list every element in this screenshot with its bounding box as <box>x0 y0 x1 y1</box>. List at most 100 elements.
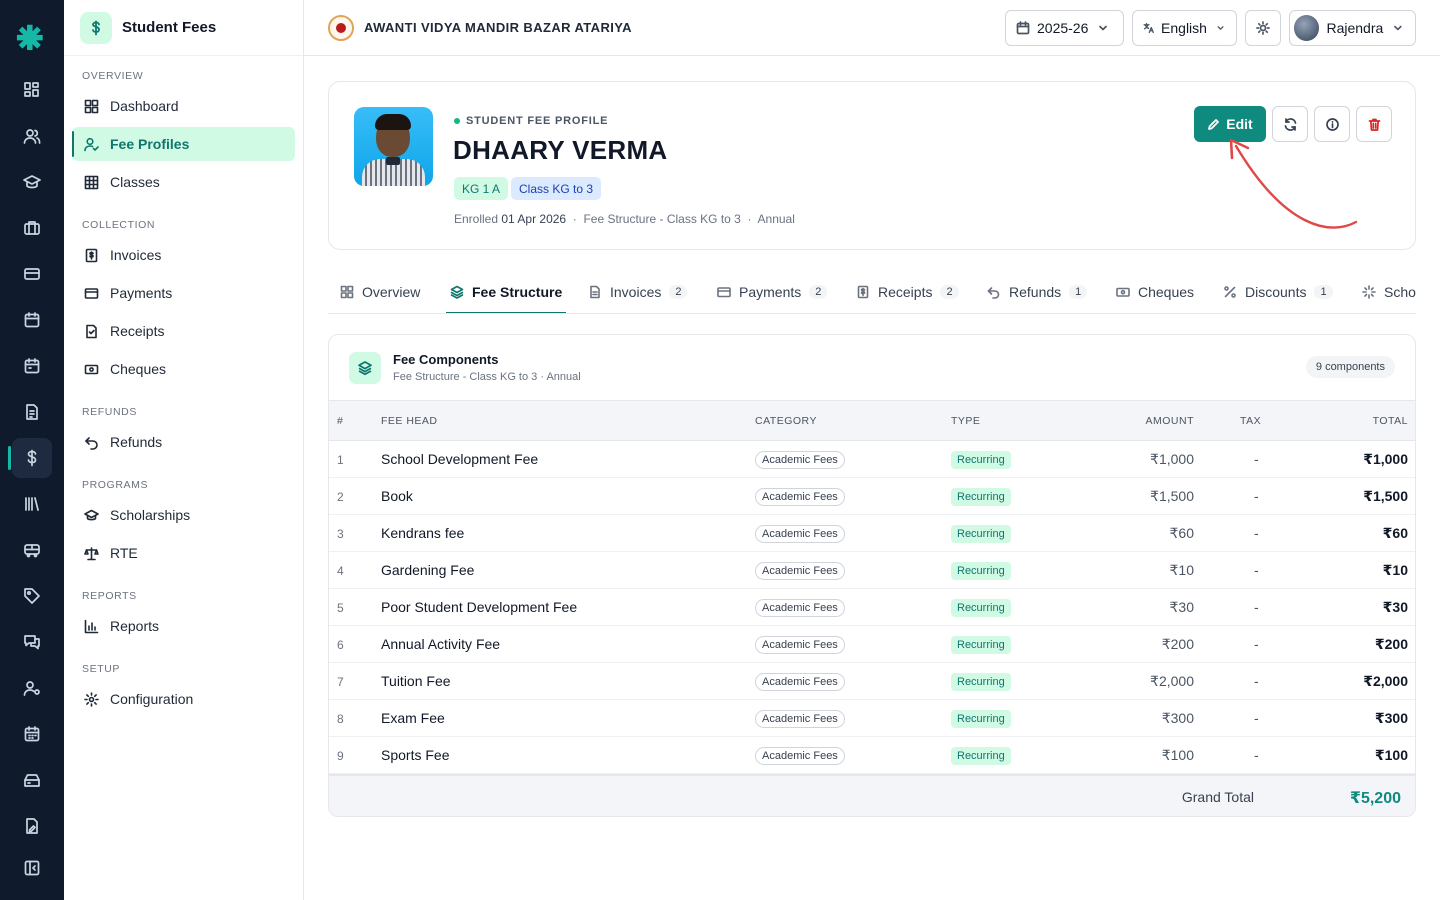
row-index: 4 <box>337 564 344 578</box>
table-row[interactable]: 4 Gardening Fee Academic Fees Recurring ₹10 -… <box>329 552 1415 589</box>
fee-tax: - <box>1254 525 1259 541</box>
chevron-down-icon <box>1217 26 1224 30</box>
table-row[interactable]: 7 Tuition Fee Academic Fees Recurring ₹2,000… <box>329 663 1415 700</box>
rail-inventory-icon[interactable] <box>12 760 52 800</box>
sidebar-item-label: Cheques <box>110 361 167 377</box>
academic-year-select[interactable]: 2025-26 <box>1005 10 1124 46</box>
sidebar-section-reports: REPORTS <box>82 590 137 602</box>
tab-refunds[interactable]: Refunds 1 <box>987 270 1088 313</box>
rail-bus-icon[interactable] <box>12 530 52 570</box>
sidebar-item-label: Fee Profiles <box>110 136 190 152</box>
sidebar-item-label: Payments <box>110 285 173 301</box>
tab-payments[interactable]: Payments 2 <box>717 270 828 313</box>
sidebar-item-invoices[interactable]: Invoices <box>72 238 295 272</box>
rail-planner-icon[interactable] <box>12 714 52 754</box>
components-count-badge: 9 components <box>1305 356 1395 378</box>
tab-cheques[interactable]: Cheques <box>1116 270 1194 313</box>
tab-discounts[interactable]: Discounts 1 <box>1223 270 1333 313</box>
rail-tag-icon[interactable] <box>12 576 52 616</box>
row-index: 5 <box>337 601 344 615</box>
tab-label: Receipts <box>878 284 933 300</box>
rail-user-settings-icon[interactable] <box>12 668 52 708</box>
table-row[interactable]: 5 Poor Student Development Fee Academic Fe… <box>329 589 1415 626</box>
chevron-down-icon <box>1099 25 1108 31</box>
tab-fee-structure[interactable]: Fee Structure <box>445 270 567 313</box>
dashboard-icon <box>84 99 99 113</box>
sidebar-item-cheques[interactable]: Cheques <box>72 352 295 386</box>
rail-file-edit-icon[interactable] <box>12 806 52 846</box>
row-index: 8 <box>337 712 344 726</box>
sidebar-item-receipts[interactable]: Receipts <box>72 314 295 348</box>
rail-schedule-icon[interactable] <box>12 346 52 386</box>
sidebar-item-reports[interactable]: Reports <box>72 609 295 643</box>
rail-graduation-icon[interactable] <box>12 162 52 202</box>
table-row[interactable]: 3 Kendrans fee Academic Fees Recurring ₹60 - ₹… <box>329 515 1415 552</box>
grand-total-value: ₹5,200 <box>1349 790 1401 807</box>
scale-icon <box>84 546 99 560</box>
fee-total: ₹60 <box>1382 525 1408 541</box>
undo-icon <box>85 436 98 450</box>
undo-icon <box>987 287 1000 299</box>
profile-eyebrow: STUDENT FEE PROFILE <box>454 115 608 127</box>
fee-tax: - <box>1254 599 1259 615</box>
table-row[interactable]: 8 Exam Fee Academic Fees Recurring ₹300 - ₹300 <box>329 700 1415 737</box>
rail-library-icon[interactable] <box>12 484 52 524</box>
tab-receipts[interactable]: Receipts 2 <box>856 270 959 313</box>
sidebar-item-fee-profiles[interactable]: Fee Profiles <box>72 127 295 161</box>
module-sidebar: Student Fees OVERVIEW Dashboard Fee Prof… <box>64 0 304 900</box>
user-menu[interactable]: Rajendra <box>1289 10 1416 46</box>
document-icon <box>590 285 600 299</box>
fee-amount: ₹2,000 <box>1150 673 1194 689</box>
sidebar-item-scholarships[interactable]: Scholarships <box>72 498 295 532</box>
tab-label: Overview <box>362 284 421 300</box>
fee-components-subtitle: Fee Structure - Class KG to 3 · Annual <box>393 371 581 383</box>
rail-dashboard-icon[interactable] <box>12 70 52 110</box>
tab-overview[interactable]: Overview <box>340 270 421 313</box>
sidebar-item-label: Reports <box>110 618 160 634</box>
fee-head-name: School Development Fee <box>381 451 539 467</box>
sidebar-item-configuration[interactable]: Configuration <box>72 682 295 716</box>
school-name: AWANTI VIDYA MANDIR BAZAR ATARIYA <box>364 20 632 35</box>
sidebar-section-refunds: REFUNDS <box>82 406 137 418</box>
layers-icon <box>349 352 381 384</box>
rail-document-icon[interactable] <box>12 392 52 432</box>
graduation-icon <box>84 509 99 520</box>
chevron-down-icon <box>1394 25 1402 31</box>
rail-collapse-icon[interactable] <box>12 848 52 888</box>
table-row[interactable]: 9 Sports Fee Academic Fees Recurring ₹100 - ₹1… <box>329 737 1415 774</box>
sidebar-item-rte[interactable]: RTE <box>72 536 295 570</box>
type-badge: Recurring <box>951 488 1011 506</box>
rail-chat-icon[interactable] <box>12 622 52 662</box>
fee-total: ₹200 <box>1374 636 1408 652</box>
sidebar-item-dashboard[interactable]: Dashboard <box>72 89 295 123</box>
rail-calendar-icon[interactable] <box>12 300 52 340</box>
col-type: TYPE <box>951 415 981 427</box>
category-badge: Academic Fees <box>755 562 845 580</box>
language-select[interactable]: English <box>1132 10 1237 46</box>
theme-toggle-button[interactable] <box>1245 10 1281 46</box>
sidebar-item-label: Receipts <box>110 323 165 339</box>
rail-users-icon[interactable] <box>12 116 52 156</box>
category-badge: Academic Fees <box>755 636 845 654</box>
tab-label: Refunds <box>1009 284 1062 300</box>
percent-icon <box>1224 286 1236 298</box>
rail-fees-icon[interactable] <box>8 438 52 478</box>
receipt-icon <box>86 324 97 338</box>
tab-invoices[interactable]: Invoices 2 <box>588 270 688 313</box>
table-row[interactable]: 1 School Development Fee Academic Fees Recu… <box>329 441 1415 478</box>
rail-card-icon[interactable] <box>12 254 52 294</box>
category-badge: Academic Fees <box>755 747 845 765</box>
row-index: 9 <box>337 749 344 763</box>
cheque-icon <box>84 364 99 374</box>
layers-icon <box>450 285 464 299</box>
grid-icon <box>84 175 99 189</box>
sidebar-item-classes[interactable]: Classes <box>72 165 295 199</box>
tab-scholarships[interactable]: Scho <box>1362 270 1416 313</box>
fee-total: ₹1,500 <box>1363 488 1408 504</box>
tab-label: Scho <box>1384 284 1416 300</box>
sidebar-item-refunds[interactable]: Refunds <box>72 425 295 459</box>
sidebar-item-payments[interactable]: Payments <box>72 276 295 310</box>
table-row[interactable]: 2 Book Academic Fees Recurring ₹1,500 - ₹1,500 <box>329 478 1415 515</box>
rail-briefcase-icon[interactable] <box>12 208 52 248</box>
table-row[interactable]: 6 Annual Activity Fee Academic Fees Recurri… <box>329 626 1415 663</box>
